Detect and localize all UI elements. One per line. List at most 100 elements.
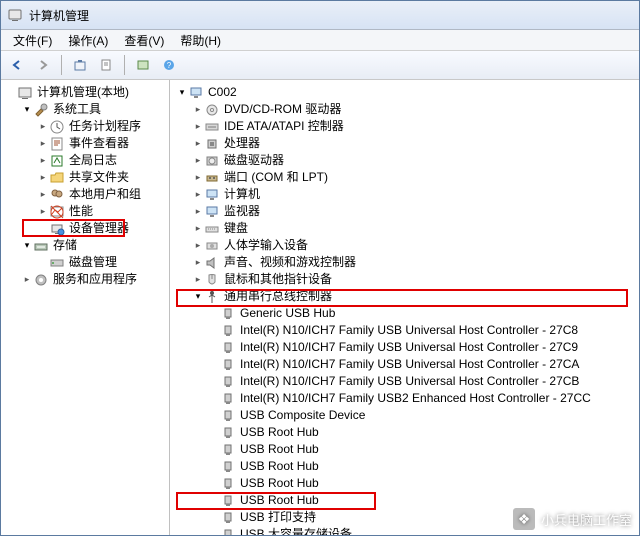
expand-collapse-icon[interactable]: ▸ [192,186,204,203]
expand-collapse-icon[interactable]: ▸ [37,186,49,203]
tree-node[interactable]: USB Root Hub [172,441,639,458]
tree-node[interactable]: ▸任务计划程序 [1,118,169,135]
menu-item[interactable]: 文件(F) [5,31,60,50]
tree-node[interactable]: ▸ 磁盘驱动器 [172,152,639,169]
tree-node[interactable]: ▸处理器 [172,135,639,152]
usbdev-icon [220,459,236,475]
refresh-button[interactable] [131,53,155,77]
ide-icon [204,119,220,135]
expand-collapse-icon[interactable]: ▸ [37,135,49,152]
tree-node[interactable]: ▸ 服务和应用程序 [1,271,169,288]
usbdev-icon [220,340,236,356]
expand-collapse-icon[interactable]: ▸ [37,152,49,169]
cpu-icon [204,136,220,152]
tree-node-label: Intel(R) N10/ICH7 Family USB Universal H… [238,373,581,390]
tree-node[interactable]: ▸ 鼠标和其他指针设备 [172,271,639,288]
expand-collapse-icon[interactable]: ▾ [21,237,33,254]
forward-button[interactable] [31,53,55,77]
tree-node-label: 鼠标和其他指针设备 [222,271,334,288]
menu-item[interactable]: 操作(A) [60,31,116,50]
tree-node[interactable]: ▾系统工具 [1,101,169,118]
mouse-icon [204,272,220,288]
storage-icon [33,238,49,254]
tree-node[interactable]: ▾ C002 [172,84,639,101]
up-button[interactable] [68,53,92,77]
tree-node[interactable]: Intel(R) N10/ICH7 Family USB Universal H… [172,339,639,356]
tree-node-label: USB 大容量存储设备 [238,526,354,535]
tree-node-label: 键盘 [222,220,250,237]
tree-node[interactable]: 磁盘管理 [1,254,169,271]
tree-node[interactable]: USB Composite Device [172,407,639,424]
users-icon [49,187,65,203]
expand-collapse-icon[interactable]: ▸ [37,118,49,135]
menu-item[interactable]: 帮助(H) [172,31,229,50]
expand-collapse-icon[interactable]: ▸ [192,101,204,118]
tree-node[interactable]: ▸ 键盘 [172,220,639,237]
tree-node[interactable]: USB Root Hub [172,492,639,509]
expand-collapse-icon[interactable]: ▸ [192,220,204,237]
tree-node-label: USB 打印支持 [238,509,318,526]
folder-icon [49,170,65,186]
tree-node-label: 人体学输入设备 [222,237,310,254]
usbdev-icon [220,493,236,509]
tree-node[interactable]: Intel(R) N10/ICH7 Family USB Universal H… [172,322,639,339]
tree-node[interactable]: Intel(R) N10/ICH7 Family USB Universal H… [172,373,639,390]
left-tree-pane[interactable]: 计算机管理(本地)▾系统工具▸任务计划程序▸事件查看器▸全局日志▸共享文件夹▸本… [1,80,170,535]
tree-node[interactable]: ▸共享文件夹 [1,169,169,186]
expand-collapse-icon[interactable]: ▸ [192,152,204,169]
tree-node-label: 服务和应用程序 [51,271,139,288]
tree-node[interactable]: Intel(R) N10/ICH7 Family USB2 Enhanced H… [172,390,639,407]
tree-node[interactable]: ▸全局日志 [1,152,169,169]
tree-node[interactable]: ▸ 人体学输入设备 [172,237,639,254]
tree-node-label: C002 [206,84,239,101]
expand-collapse-icon[interactable]: ▸ [21,271,33,288]
menu-item[interactable]: 查看(V) [116,31,172,50]
usbdev-icon [220,306,236,322]
back-button[interactable] [5,53,29,77]
properties-button[interactable] [94,53,118,77]
tree-node[interactable]: ▸端口 (COM 和 LPT) [172,169,639,186]
tree-node[interactable]: Intel(R) N10/ICH7 Family USB Universal H… [172,356,639,373]
tree-node[interactable]: Generic USB Hub [172,305,639,322]
expand-collapse-icon[interactable]: ▸ [37,203,49,220]
tree-node-label: Intel(R) N10/ICH7 Family USB Universal H… [238,339,580,356]
expand-collapse-icon[interactable]: ▸ [37,169,49,186]
tree-node-label: USB Composite Device [238,407,367,424]
tree-node[interactable]: ▸本地用户和组 [1,186,169,203]
tree-node[interactable]: ▸事件查看器 [1,135,169,152]
tree-node[interactable]: ▾存储 [1,237,169,254]
svg-text:?: ? [167,61,172,70]
help-button[interactable]: ? [157,53,181,77]
tree-node[interactable]: ▸声音、视频和游戏控制器 [172,254,639,271]
tree-node[interactable]: 计算机管理(本地) [1,84,169,101]
expand-collapse-icon[interactable]: ▸ [192,271,204,288]
expand-collapse-icon[interactable]: ▸ [192,135,204,152]
tree-node-label: 磁盘驱动器 [222,152,286,169]
tree-node[interactable]: USB 大容量存储设备 [172,526,639,535]
tree-node[interactable]: ▸IDE ATA/ATAPI 控制器 [172,118,639,135]
tree-node[interactable]: USB Root Hub [172,475,639,492]
tree-node-label: Intel(R) N10/ICH7 Family USB2 Enhanced H… [238,390,593,407]
tree-node[interactable]: USB Root Hub [172,424,639,441]
monitor-icon [204,204,220,220]
tree-node[interactable]: ▸监视器 [172,203,639,220]
sound-icon [204,255,220,271]
expand-collapse-icon[interactable]: ▸ [192,254,204,271]
expand-collapse-icon[interactable]: ▾ [192,288,204,305]
tree-node-label: 计算机 [222,186,262,203]
expand-collapse-icon[interactable]: ▸ [192,169,204,186]
right-tree-pane[interactable]: ▾ C002▸DVD/CD-ROM 驱动器▸IDE ATA/ATAPI 控制器▸处… [170,80,639,535]
expand-collapse-icon[interactable]: ▾ [21,101,33,118]
tree-node[interactable]: ▸DVD/CD-ROM 驱动器 [172,101,639,118]
expand-collapse-icon[interactable]: ▸ [192,237,204,254]
tree-node[interactable]: 设备管理器 [1,220,169,237]
tree-node[interactable]: ▾通用串行总线控制器 [172,288,639,305]
tree-node[interactable]: USB 打印支持 [172,509,639,526]
tree-node[interactable]: ▸性能 [1,203,169,220]
expand-collapse-icon[interactable]: ▾ [176,84,188,101]
tree-node[interactable]: USB Root Hub [172,458,639,475]
expand-collapse-icon[interactable]: ▸ [192,203,204,220]
expand-collapse-icon[interactable]: ▸ [192,118,204,135]
toolbar-separator [124,55,125,75]
tree-node[interactable]: ▸ 计算机 [172,186,639,203]
